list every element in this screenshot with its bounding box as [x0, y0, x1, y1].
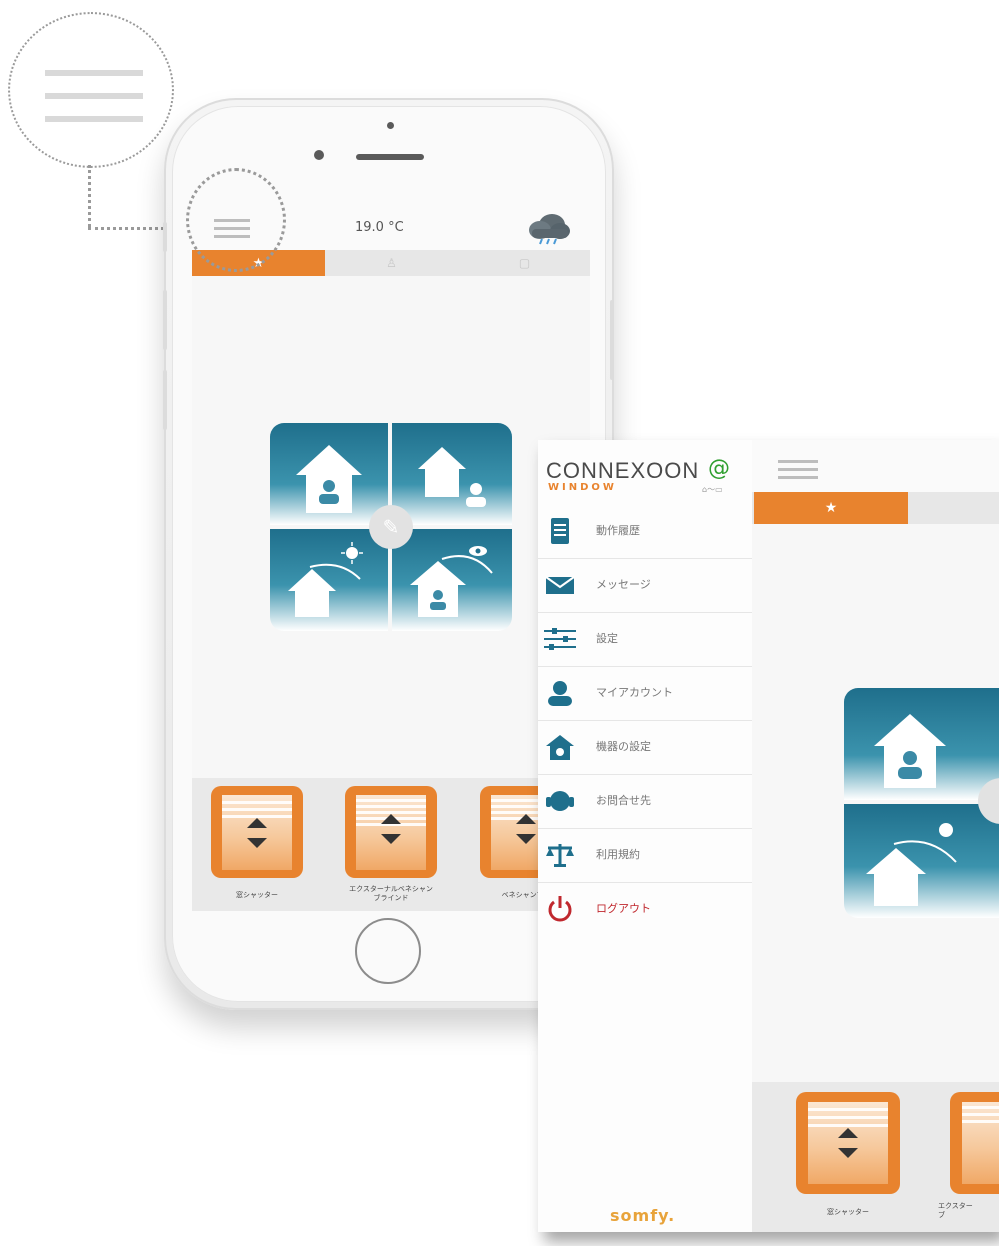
- hamburger-highlight-circle: [186, 168, 286, 272]
- top-bar: [752, 440, 999, 492]
- menu-open-screenshot: CONNEXOON WINDOW @ ⌂～▭ 動作履歴 メッセージ 設定 マイア…: [538, 440, 999, 1232]
- scenario-grid: ✎: [270, 423, 512, 631]
- mute-switch: [163, 222, 167, 252]
- menu-item-history[interactable]: 動作履歴: [538, 504, 752, 559]
- menu-callout-zoom: [8, 12, 174, 168]
- device-icon: ▢: [518, 256, 531, 270]
- menu-label: 動作履歴: [596, 524, 640, 537]
- home-button[interactable]: [355, 918, 421, 984]
- up-down-arrows-icon: [381, 814, 401, 844]
- history-icon: [551, 518, 569, 544]
- internet-connection-icon: @: [708, 456, 730, 481]
- user-icon: [548, 681, 572, 706]
- earpiece-speaker: [356, 154, 424, 160]
- hamburger-line: [45, 116, 143, 122]
- menu-label: 利用規約: [596, 848, 640, 861]
- scenario-tile-home-inside[interactable]: [270, 423, 388, 525]
- scales-icon: [546, 844, 574, 867]
- star-icon: ★: [824, 500, 838, 516]
- tab-favorites[interactable]: ★: [754, 492, 908, 524]
- device-external-venetian-blind[interactable]: [345, 786, 437, 878]
- house-person-outside-icon: [418, 447, 486, 507]
- tab-people[interactable]: ♙: [325, 250, 458, 276]
- home-screen-behind-menu: ★ 窓シャッター エクスター ブ: [752, 440, 999, 1232]
- menu-item-logout[interactable]: ログアウト: [538, 882, 752, 936]
- hamburger-line: [45, 70, 143, 76]
- menu-label: マイアカウント: [596, 686, 673, 699]
- headset-icon: [546, 791, 574, 811]
- callout-connector: [88, 165, 91, 227]
- hamburger-line: [45, 93, 143, 99]
- house-sun-icon: [288, 542, 363, 617]
- proximity-sensor: [387, 122, 394, 129]
- menu-item-device-settings[interactable]: 機器の設定: [538, 720, 752, 775]
- device-strip: 窓シャッター エクスターナルベネシャン ブラインド ベネシャンブラ: [192, 778, 590, 911]
- scenario-tile-morning[interactable]: [844, 804, 999, 918]
- house-gear-icon: [546, 735, 574, 760]
- device-label: エクスター ブ: [938, 1202, 973, 1219]
- device-label: 窓シャッター: [236, 891, 278, 899]
- menu-label: メッセージ: [596, 578, 651, 591]
- app-screen: 19.0 °C ★ ♙ ▢ ✎ 窓シャッター エクスターナルベネシャン ブライン…: [192, 205, 590, 911]
- envelope-icon: [545, 576, 575, 594]
- device-external-venetian-blind[interactable]: [950, 1092, 999, 1194]
- power-icon: [548, 896, 572, 922]
- volume-down-button: [163, 370, 167, 430]
- menu-item-terms[interactable]: 利用規約: [538, 828, 752, 883]
- device-label: エクスターナルベネシャン ブラインド: [349, 885, 433, 902]
- house-person-icon: [874, 714, 946, 788]
- connexoon-logo: CONNEXOON: [546, 458, 700, 483]
- scenario-tile-home-leave[interactable]: [392, 423, 512, 525]
- sliders-icon: [544, 628, 576, 650]
- menu-label: お問合せ先: [596, 794, 651, 807]
- tab-devices[interactable]: ▢: [458, 250, 590, 276]
- tab-bar: ★: [752, 492, 999, 524]
- device-roller-shutter[interactable]: [796, 1092, 900, 1194]
- side-menu: CONNEXOON WINDOW @ ⌂～▭ 動作履歴 メッセージ 設定 マイア…: [538, 440, 753, 1232]
- house-eye-icon: [410, 546, 493, 617]
- menu-label: 設定: [596, 632, 618, 645]
- device-label: 窓シャッター: [827, 1208, 869, 1216]
- temperature-readout: 19.0 °C: [355, 220, 404, 235]
- up-down-arrows-icon: [516, 814, 536, 844]
- up-down-arrows-icon: [838, 1128, 858, 1158]
- scenario-tile-morning[interactable]: [270, 529, 388, 631]
- scenario-tile-monitor[interactable]: [392, 529, 512, 631]
- menu-item-messages[interactable]: メッセージ: [538, 558, 752, 613]
- up-down-arrows-icon: [247, 818, 267, 848]
- volume-up-button: [163, 290, 167, 350]
- hamburger-menu-icon[interactable]: [778, 460, 818, 479]
- menu-item-settings[interactable]: 設定: [538, 612, 752, 667]
- front-camera: [314, 150, 324, 160]
- cloud-rain-icon: [522, 211, 572, 249]
- house-person-icon: [296, 445, 362, 513]
- power-side-button: [610, 300, 614, 380]
- somfy-logo: somfy.: [610, 1206, 676, 1225]
- scenario-tile-home-inside[interactable]: [844, 688, 999, 800]
- connexoon-logo-sub: WINDOW: [548, 482, 617, 493]
- device-strip: 窓シャッター エクスター ブ: [752, 1082, 999, 1232]
- menu-item-contact[interactable]: お問合せ先: [538, 774, 752, 829]
- device-roller-shutter[interactable]: [211, 786, 303, 878]
- link-status-icon: ⌂～▭: [702, 485, 723, 494]
- pencil-icon: ✎: [382, 515, 400, 539]
- menu-label-logout: ログアウト: [596, 902, 651, 915]
- house-sun-icon: [866, 823, 957, 906]
- menu-label: 機器の設定: [596, 740, 651, 753]
- person-icon: ♙: [386, 256, 397, 270]
- menu-item-my-account[interactable]: マイアカウント: [538, 666, 752, 721]
- edit-pencil-button[interactable]: ✎: [369, 505, 413, 549]
- scenario-grid: [844, 688, 999, 918]
